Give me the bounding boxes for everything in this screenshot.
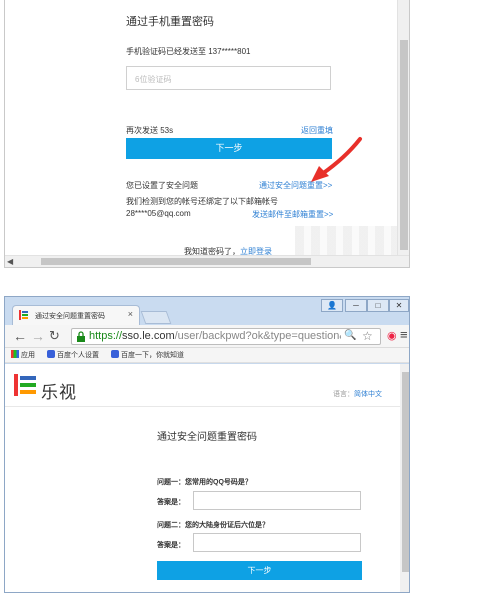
resend-countdown: 再次发送 53s — [126, 126, 174, 135]
close-window-button[interactable]: ✕ — [389, 299, 409, 312]
address-bar[interactable]: https://sso.le.com/user/backpwd?ok&type=… — [71, 328, 381, 345]
title-bar: 通过安全问题重置密码 × 👤 ─ □ ✕ — [5, 297, 409, 325]
reset-via-email-link[interactable]: 发送邮件至邮箱重置>> — [252, 209, 333, 220]
brand-name: 乐视 — [41, 383, 77, 402]
next-button[interactable]: 下一步 — [157, 561, 362, 580]
vertical-scrollbar[interactable] — [397, 0, 409, 256]
answer-one-input[interactable] — [193, 491, 361, 510]
menu-icon[interactable]: ≡ — [400, 327, 408, 342]
maximize-button[interactable]: □ — [367, 299, 389, 312]
extension-icon[interactable]: ◉ — [387, 329, 397, 342]
scroll-left-icon[interactable]: ◀ — [7, 257, 13, 266]
header-divider — [5, 406, 400, 407]
apps-icon — [11, 350, 19, 358]
language-label: 语言： — [333, 391, 354, 398]
vertical-scrollbar[interactable] — [400, 364, 409, 592]
page-title: 通过手机重置密码 — [126, 16, 214, 28]
tab-close-icon[interactable]: × — [128, 309, 133, 319]
zoom-icon[interactable]: 🔍 — [344, 330, 356, 341]
url-text: https://sso.le.com/user/backpwd?ok&type=… — [89, 330, 341, 342]
bound-email-text: 我们检测到您的帐号还绑定了以下邮箱帐号 — [126, 197, 278, 206]
horizontal-scrollbar[interactable]: ◀ — [5, 255, 409, 267]
question-two: 问题二：您的大陆身份证后六位是？ — [157, 522, 269, 529]
answer-one-label: 答案是： — [157, 499, 185, 506]
security-question-text: 您已设置了安全问题 — [126, 181, 198, 190]
phone-reset-panel: 通过手机重置密码 手机验证码已经发送至 137*****801 6位验证码 再次… — [4, 0, 410, 268]
bookmark-baidu-settings[interactable]: 百度个人设置 — [47, 350, 99, 360]
user-icon[interactable]: 👤 — [321, 299, 343, 312]
language-selector[interactable]: 语言：简体中文 — [333, 389, 382, 399]
answer-two-input[interactable] — [193, 533, 361, 552]
page-content: 乐视 语言：简体中文 通过安全问题重置密码 问题一：您常用的QQ号码是？ 答案是… — [5, 364, 409, 592]
next-button[interactable]: 下一步 — [126, 138, 332, 159]
page-title: 通过安全问题重置密码 — [157, 432, 257, 443]
question-one: 问题一：您常用的QQ号码是？ — [157, 479, 252, 486]
red-arrow-icon — [311, 137, 362, 182]
new-tab-button[interactable] — [140, 311, 172, 324]
blurred-region — [295, 226, 405, 256]
verification-code-input[interactable]: 6位验证码 — [126, 66, 331, 90]
code-sent-text: 手机验证码已经发送至 137*****801 — [126, 47, 251, 56]
tab-reset-password[interactable]: 通过安全问题重置密码 × — [12, 305, 140, 325]
return-fill-link[interactable]: 返回重填 — [301, 125, 333, 136]
bookmark-apps[interactable]: 应用 — [11, 350, 35, 360]
le-logo-icon — [19, 310, 28, 320]
tab-title: 通过安全问题重置密码 — [35, 313, 105, 320]
reload-icon[interactable]: ↻ — [49, 328, 60, 344]
minimize-button[interactable]: ─ — [345, 299, 367, 312]
baidu-icon — [111, 350, 119, 358]
back-icon[interactable]: ← — [13, 328, 27, 344]
lock-icon — [77, 331, 85, 342]
bookmarks-bar: 应用 百度个人设置 百度一下，你就知道 — [5, 348, 409, 363]
bound-email-address: 28****05@qq.com — [126, 209, 191, 218]
browser-window: 通过安全问题重置密码 × 👤 ─ □ ✕ ← → ↻ https://sso.l… — [4, 296, 410, 593]
baidu-icon — [47, 350, 55, 358]
bookmark-star-icon[interactable]: ☆ — [362, 329, 373, 343]
bookmark-baidu[interactable]: 百度一下，你就知道 — [111, 350, 184, 360]
le-brand-logo-icon — [14, 374, 36, 396]
browser-toolbar: ← → ↻ https://sso.le.com/user/backpwd?ok… — [5, 325, 409, 348]
forward-icon[interactable]: → — [31, 328, 45, 344]
answer-two-label: 答案是： — [157, 542, 185, 549]
language-value[interactable]: 简体中文 — [354, 391, 382, 398]
